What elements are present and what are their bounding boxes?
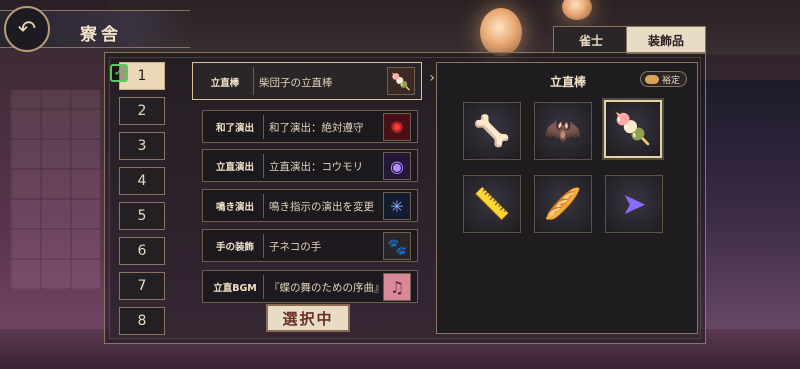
row-name: 和了演出：絶対遵守 — [269, 122, 364, 134]
decoration-row-win-effect[interactable]: 和了演出 和了演出：絶対遵守 ✺ — [202, 110, 418, 143]
tab-decorations[interactable]: 装飾品 — [626, 26, 706, 54]
decoration-row-riichi-effect[interactable]: 立直演出 立直演出：コウモリ ◉ — [202, 149, 418, 182]
slot-button-4[interactable]: 4 — [119, 167, 165, 195]
row-divider — [263, 115, 264, 139]
row-divider — [263, 194, 264, 218]
decoration-row-hand[interactable]: 手の装飾 子ネコの手 🐾 — [202, 229, 418, 262]
row-category: 立直演出 — [215, 162, 254, 173]
row-category: 立直BGM — [213, 283, 257, 294]
row-category: 鳴き演出 — [215, 202, 254, 213]
row-divider — [263, 154, 264, 178]
page-title: 寮舎 — [80, 25, 122, 45]
row-name: 柴団子の立直棒 — [259, 77, 333, 89]
tab-jantaishi[interactable]: 雀士 — [553, 26, 629, 54]
music-icon: ♫ — [383, 273, 411, 301]
back-arrow-icon: ↶ — [17, 16, 37, 42]
slot-button-6[interactable]: 6 — [119, 237, 165, 265]
row-name: 『蝶の舞のための序曲』 — [269, 282, 385, 294]
bat-stick-icon[interactable]: 🦇 — [534, 102, 592, 160]
dango-icon: 🍡 — [387, 67, 415, 95]
toggle-icon — [644, 74, 659, 84]
ruler-icon[interactable]: 📏 — [463, 175, 521, 233]
background-window — [690, 80, 800, 340]
baguette-icon[interactable]: 🥖 — [534, 175, 592, 233]
lantern-icon — [480, 8, 522, 56]
bone-icon[interactable]: 🦴 — [463, 102, 521, 160]
chevron-right-icon: › — [429, 70, 435, 86]
slot-button-2[interactable]: 2 — [119, 97, 165, 125]
row-name: 子ネコの手 — [269, 241, 322, 253]
row-divider — [263, 275, 264, 299]
sparkle-icon: ✳ — [383, 192, 411, 220]
slot-button-8[interactable]: 8 — [119, 307, 165, 335]
row-category: 和了演出 — [215, 123, 254, 134]
fix-label: 裕定 — [661, 75, 680, 86]
back-button[interactable]: ↶ — [4, 6, 50, 52]
row-divider — [253, 67, 254, 95]
row-name: 鳴き指示の演出を変更 — [269, 201, 374, 213]
selected-stamp: 選択中 — [266, 304, 350, 332]
cat-paw-icon: 🐾 — [383, 232, 411, 260]
check-icon: ✓ — [110, 64, 128, 82]
decoration-row-riichi-bgm[interactable]: 立直BGM 『蝶の舞のための序曲』 ♫ — [202, 270, 418, 303]
background-shoji-screen — [10, 90, 100, 290]
row-name: 立直演出：コウモリ — [269, 161, 364, 173]
fix-toggle[interactable]: 裕定 — [639, 71, 687, 87]
slot-button-5[interactable]: 5 — [119, 202, 165, 230]
row-divider — [263, 234, 264, 258]
dango-icon[interactable]: 🍡 — [604, 100, 662, 158]
decoration-row-call-effect[interactable]: 鳴き演出 鳴き指示の演出を変更 ✳ — [202, 189, 418, 222]
neon-arrow-icon[interactable]: ➤ — [605, 175, 663, 233]
slot-button-3[interactable]: 3 — [119, 132, 165, 160]
bat-icon: ◉ — [383, 152, 411, 180]
row-category: 手の装飾 — [215, 242, 254, 253]
slot-button-7[interactable]: 7 — [119, 272, 165, 300]
red-burst-icon: ✺ — [383, 113, 411, 141]
decoration-row-riichi-stick[interactable]: 立直棒 柴団子の立直棒 🍡 › — [192, 62, 435, 100]
row-category: 立直棒 — [210, 78, 240, 89]
